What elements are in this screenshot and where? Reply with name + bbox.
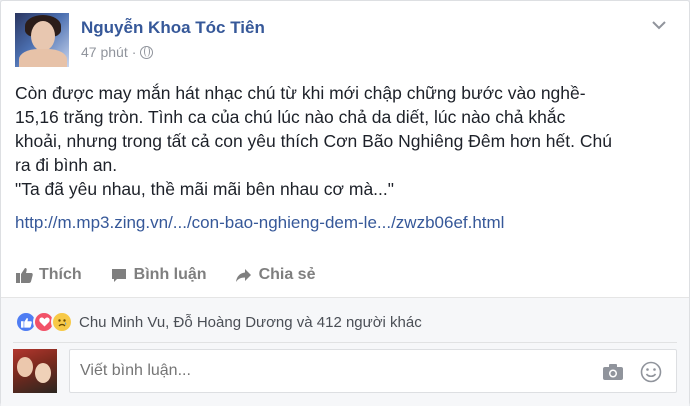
post-time[interactable]: 47 phút bbox=[81, 44, 128, 60]
reactions-summary[interactable]: Chu Minh Vu, Đỗ Hoàng Dương và 412 người… bbox=[79, 314, 422, 331]
post-actions: Thích Bình luận Chia sẻ bbox=[15, 259, 675, 291]
comment-box[interactable] bbox=[69, 349, 677, 393]
sad-icon[interactable] bbox=[51, 311, 73, 333]
post-text-line: khoải, nhưng trong tất cả con yêu thích … bbox=[15, 131, 612, 151]
post-meta: 47 phút · bbox=[81, 44, 154, 60]
divider bbox=[13, 342, 677, 343]
emoji-icon[interactable] bbox=[640, 361, 662, 383]
user-avatar[interactable] bbox=[13, 349, 57, 393]
globe-icon bbox=[140, 45, 154, 59]
post-text-line: ra đi bình an. bbox=[15, 155, 118, 175]
like-label: Thích bbox=[39, 266, 82, 283]
share-label: Chia sẻ bbox=[258, 266, 316, 283]
comment-button[interactable]: Bình luận bbox=[110, 266, 207, 284]
chevron-down-icon[interactable] bbox=[649, 17, 669, 33]
post-text-line: Còn được may mắn hát nhạc chú từ khi mới… bbox=[15, 83, 586, 103]
comment-label: Bình luận bbox=[133, 266, 207, 283]
like-button[interactable]: Thích bbox=[15, 266, 82, 284]
thumbs-up-icon bbox=[15, 266, 33, 284]
comment-icon bbox=[110, 266, 128, 284]
post-card: Nguyễn Khoa Tóc Tiên 47 phút · Còn được … bbox=[0, 0, 690, 406]
author-name[interactable]: Nguyễn Khoa Tóc Tiên bbox=[81, 18, 265, 38]
post-text: Còn được may mắn hát nhạc chú từ khi mới… bbox=[15, 81, 677, 201]
share-button[interactable]: Chia sẻ bbox=[235, 266, 316, 284]
camera-icon[interactable] bbox=[602, 363, 624, 381]
post-text-line: "Ta đã yêu nhau, thề mãi mãi bên nhau cơ… bbox=[15, 179, 394, 199]
post-header: Nguyễn Khoa Tóc Tiên 47 phút · bbox=[15, 13, 675, 69]
meta-separator: · bbox=[131, 44, 137, 60]
author-avatar[interactable] bbox=[15, 13, 69, 67]
comment-composer bbox=[13, 349, 677, 395]
comment-input[interactable] bbox=[80, 362, 560, 380]
post-link[interactable]: http://m.mp3.zing.vn/.../con-bao-nghieng… bbox=[15, 213, 504, 233]
post-text-line: 15,16 trăng tròn. Tình ca của chú lúc nà… bbox=[15, 107, 566, 127]
share-icon bbox=[235, 266, 253, 284]
reactions-bar[interactable]: Chu Minh Vu, Đỗ Hoàng Dương và 412 người… bbox=[15, 310, 422, 334]
